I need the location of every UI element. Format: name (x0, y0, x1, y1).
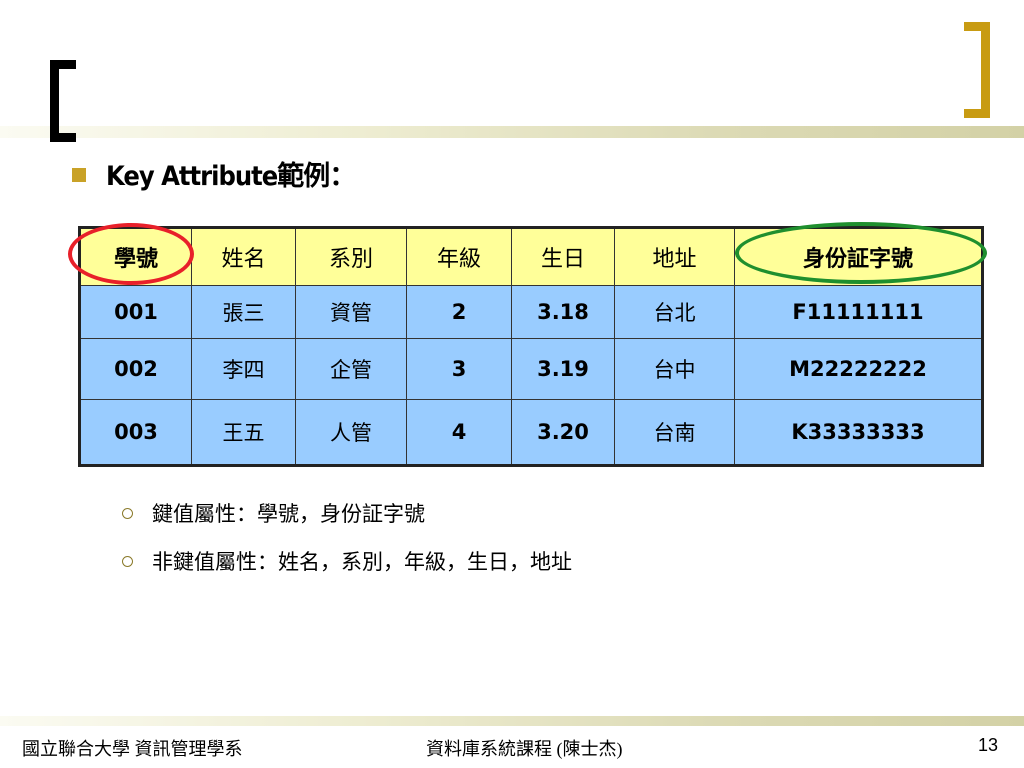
table-row: 001 張三 資管 2 3.18 台北 F11111111 (79, 285, 983, 339)
title-divider-bar (0, 126, 1024, 138)
table-cell: 002 (79, 338, 192, 400)
table-cell: 人管 (295, 399, 407, 466)
header-cell-grade: 年級 (406, 227, 512, 286)
circle-bullet-icon (122, 508, 133, 519)
header-cell-birthday: 生日 (511, 227, 615, 286)
table-cell: 李四 (191, 338, 296, 400)
table-cell: 2 (406, 285, 512, 339)
table-cell: 王五 (191, 399, 296, 466)
circle-bullet-icon (122, 556, 133, 567)
table-cell: 4 (406, 399, 512, 466)
header-cell-name: 姓名 (191, 227, 296, 286)
left-bracket-decoration (50, 60, 76, 142)
table-cell: 3.18 (511, 285, 615, 339)
table-cell: 001 (79, 285, 192, 339)
table-cell: 003 (79, 399, 192, 466)
table-row: 002 李四 企管 3 3.19 台中 M22222222 (79, 338, 983, 400)
square-bullet-icon (72, 168, 86, 182)
primary-key-highlight-ellipse (68, 223, 194, 285)
table-cell: 台中 (614, 338, 735, 400)
table-cell: 台南 (614, 399, 735, 466)
footer-institution: 國立聯合大學 資訊管理學系 (22, 739, 243, 759)
table-cell: M22222222 (734, 338, 983, 400)
footer-course-title: 資料庫系統課程 (陳士杰) (426, 739, 623, 759)
table-cell: 企管 (295, 338, 407, 400)
header-cell-address: 地址 (614, 227, 735, 286)
key-attributes-text: 鍵值屬性：學號，身份証字號 (152, 502, 425, 526)
header-cell-department: 系別 (295, 227, 407, 286)
table-cell: F11111111 (734, 285, 983, 339)
slide-heading: Key Attribute範例： (106, 161, 356, 192)
table-cell: 資管 (295, 285, 407, 339)
page-number: 13 (978, 735, 999, 755)
table-cell: 張三 (191, 285, 296, 339)
table-cell: 3.20 (511, 399, 615, 466)
table-cell: 3 (406, 338, 512, 400)
table-cell: 台北 (614, 285, 735, 339)
table-cell: K33333333 (734, 399, 983, 466)
table-row: 003 王五 人管 4 3.20 台南 K33333333 (79, 399, 983, 466)
footer-divider-bar (0, 716, 1024, 726)
table-cell: 3.19 (511, 338, 615, 400)
right-bracket-decoration (964, 22, 990, 118)
candidate-key-highlight-ellipse (735, 222, 987, 284)
non-key-attributes-text: 非鍵值屬性：姓名，系別，年級，生日，地址 (152, 550, 572, 574)
